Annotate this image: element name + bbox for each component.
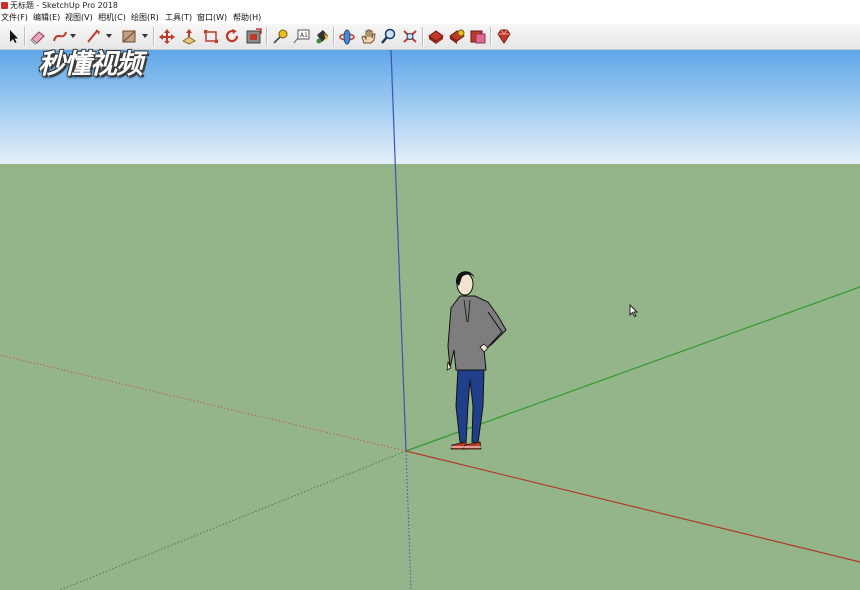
- toolbar-separator: [490, 27, 492, 46]
- mouse-cursor-icon: [629, 302, 639, 318]
- tape-measure-icon[interactable]: [271, 28, 289, 45]
- menu-bar: 文件(F) 编辑(E) 视图(V) 相机(C) 绘图(R) 工具(T) 窗口(W…: [0, 11, 860, 24]
- text-label-icon[interactable]: A1: [292, 28, 310, 45]
- menu-file[interactable]: 文件(F): [1, 11, 28, 24]
- sketchup-app-icon: [1, 2, 8, 9]
- send-to-layout-icon[interactable]: [469, 28, 487, 45]
- window-title: 无标题 - SketchUp Pro 2018: [10, 1, 118, 10]
- menu-view[interactable]: 视图(V): [65, 11, 93, 24]
- menu-help[interactable]: 帮助(H): [233, 11, 261, 24]
- ground-plane: [0, 164, 860, 590]
- menu-edit[interactable]: 编辑(E): [33, 11, 60, 24]
- video-watermark-logo: 秒懂视频: [38, 49, 143, 80]
- menu-draw[interactable]: 绘图(R): [131, 11, 159, 24]
- offset-icon[interactable]: [245, 28, 263, 45]
- toolbar-separator: [266, 27, 268, 46]
- toolbar-separator: [153, 27, 155, 46]
- paint-bucket-icon[interactable]: [313, 28, 331, 45]
- move-icon[interactable]: [158, 28, 176, 45]
- zoom-extents-icon[interactable]: [401, 28, 419, 45]
- toolbar-separator: [422, 27, 424, 46]
- chevron-down-icon[interactable]: [70, 33, 76, 39]
- model-viewport[interactable]: [0, 50, 860, 590]
- scale-icon[interactable]: [202, 28, 220, 45]
- svg-text:A1: A1: [300, 32, 308, 39]
- toolbar-separator: [333, 27, 335, 46]
- menu-camera[interactable]: 相机(C): [98, 11, 126, 24]
- zoom-icon[interactable]: [380, 28, 398, 45]
- pan-hand-icon[interactable]: [359, 28, 377, 45]
- extension-warehouse-icon[interactable]: [448, 28, 466, 45]
- chevron-down-icon[interactable]: [106, 33, 112, 39]
- 3d-warehouse-icon[interactable]: [427, 28, 445, 45]
- select-arrow-icon[interactable]: [4, 28, 22, 45]
- menu-tools[interactable]: 工具(T): [165, 11, 192, 24]
- toolbar-separator: [24, 27, 26, 46]
- title-bar: 无标题 - SketchUp Pro 2018: [0, 0, 860, 11]
- orbit-icon[interactable]: [338, 28, 356, 45]
- menu-window[interactable]: 窗口(W): [197, 11, 227, 24]
- ruby-console-icon[interactable]: [495, 28, 513, 45]
- push-pull-icon[interactable]: [180, 28, 198, 45]
- rotate-icon[interactable]: [223, 28, 241, 45]
- chevron-down-icon[interactable]: [142, 33, 148, 39]
